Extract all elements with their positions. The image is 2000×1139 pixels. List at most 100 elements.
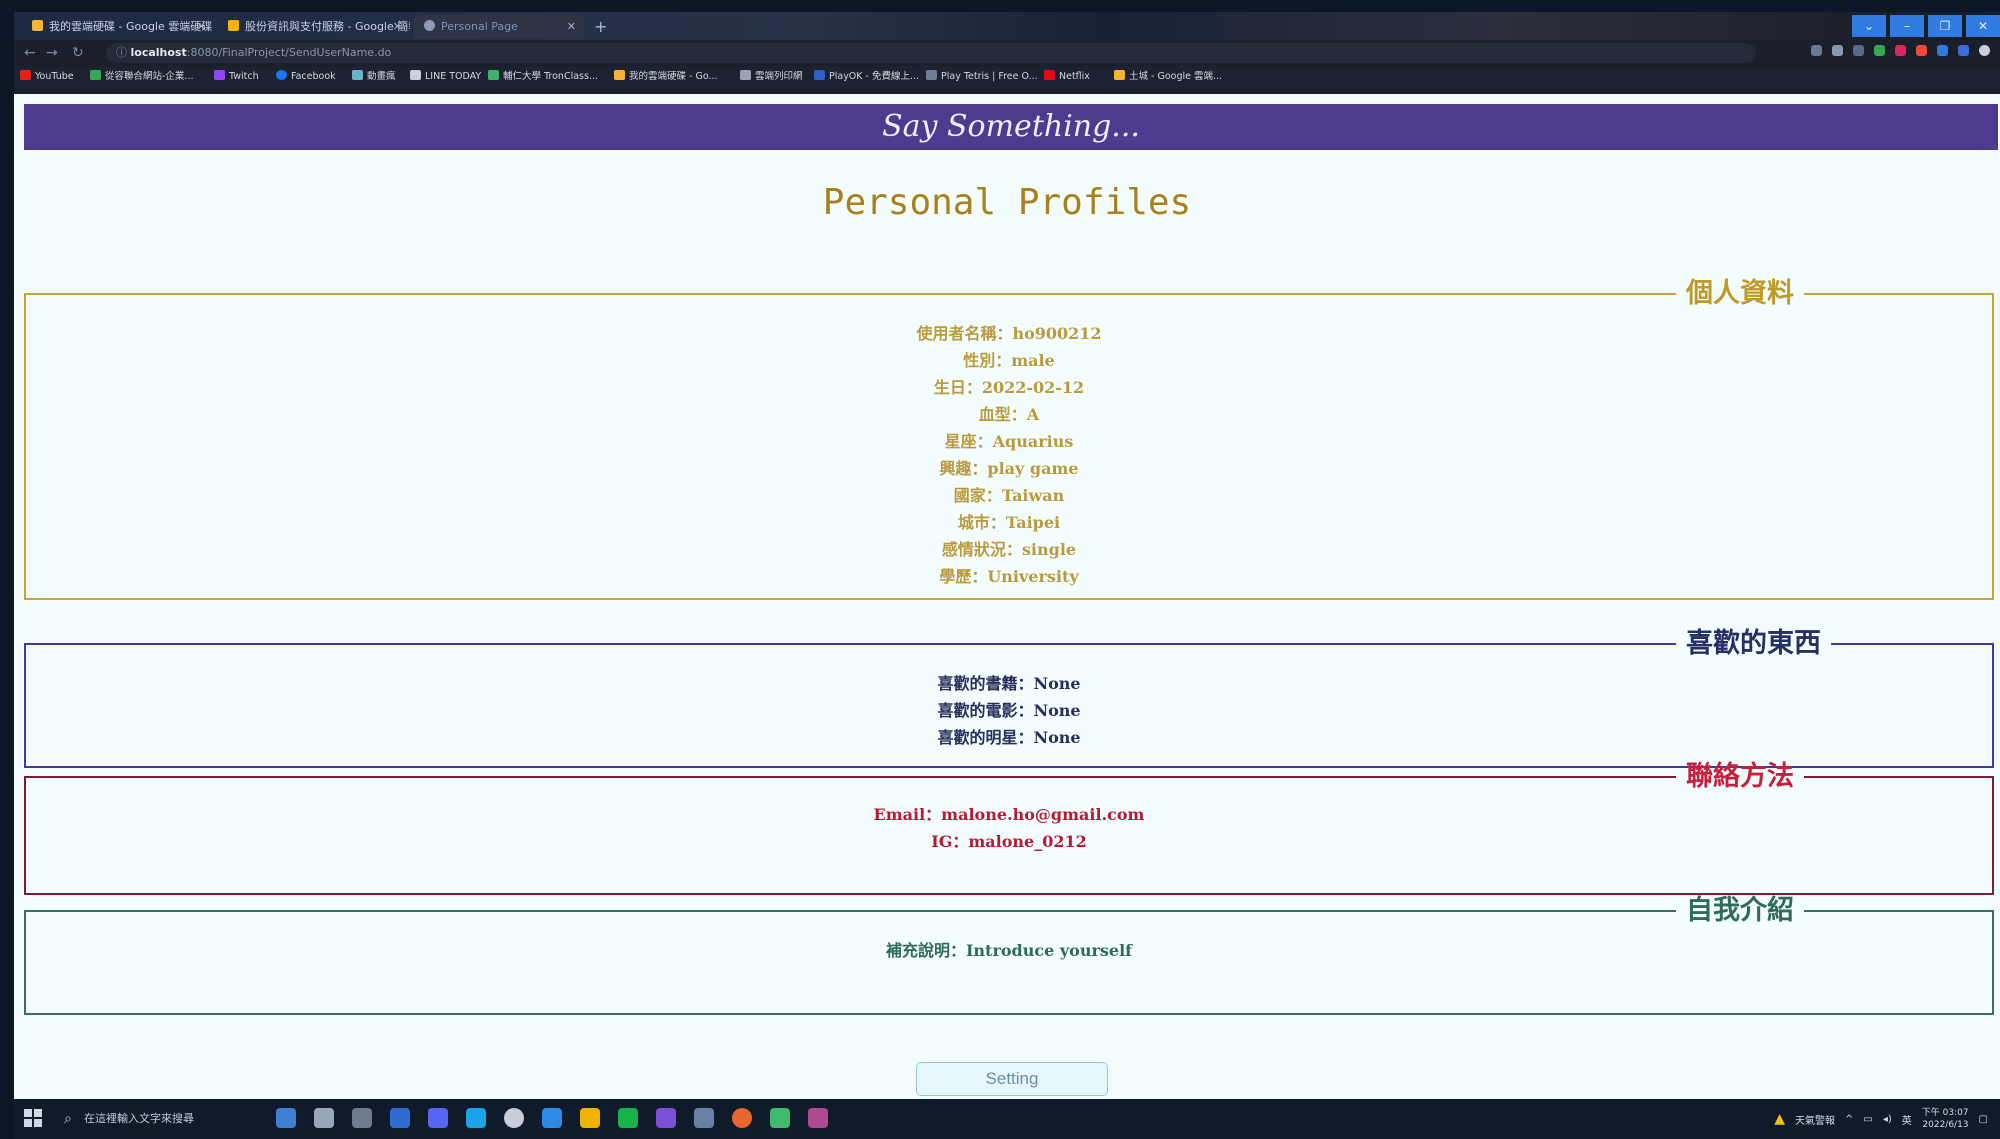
bookmarks-bar: YouTube 從容聯合網站-企業... Twitch Facebook 動畫瘋… bbox=[14, 66, 2000, 88]
url-input[interactable]: ⓘ localhost:8080/FinalProject/SendUserNa… bbox=[106, 43, 1756, 63]
likes-legend: 喜歡的東西 bbox=[1686, 628, 1821, 659]
google-drive-icon bbox=[1114, 70, 1125, 80]
facebook-icon bbox=[276, 70, 287, 80]
maximize-button[interactable]: ❐ bbox=[1928, 15, 1962, 37]
email-field: Email：malone.ho@gmail.com bbox=[873, 805, 1145, 824]
app-icon[interactable] bbox=[352, 1108, 372, 1128]
app-icon[interactable] bbox=[542, 1108, 562, 1128]
volume-icon[interactable]: ◂) bbox=[1883, 1114, 1892, 1125]
app-icon[interactable] bbox=[770, 1108, 790, 1128]
tab-google-slides[interactable]: 股份資訊與支付服務 - Google 簡報 ✕ bbox=[218, 15, 410, 39]
taskbar-search-input[interactable]: ⌕ 在這裡輸入文字來搜尋 bbox=[60, 1105, 246, 1133]
profile-section: 個人資料 使用者名稱：ho900212 性別：male 生日：2022-02-1… bbox=[24, 280, 1994, 600]
visual-studio-icon[interactable] bbox=[656, 1108, 676, 1128]
window-controls: ⌄ – ❐ ✕ bbox=[1848, 12, 2000, 40]
system-tray: ▲ 天氣警報 ^ ▭ ◂) 英 下午 03:07 2022/6/13 ▢ bbox=[1774, 1099, 1988, 1139]
weather-alert-label[interactable]: 天氣警報 bbox=[1795, 1112, 1835, 1127]
app-icon[interactable] bbox=[504, 1108, 524, 1128]
info-icon: ⓘ bbox=[116, 46, 131, 59]
warning-icon: ▲ bbox=[1774, 1111, 1785, 1127]
instagram-field: IG：malone_0212 bbox=[931, 832, 1087, 851]
education-field: 學歷：University bbox=[939, 567, 1079, 586]
bookmark-netflix[interactable]: Netflix bbox=[1044, 66, 1090, 88]
tab-personal-page[interactable]: Personal Page ✕ bbox=[414, 15, 584, 39]
chevron-up-icon[interactable]: ^ bbox=[1845, 1114, 1853, 1125]
app-icon[interactable] bbox=[808, 1108, 828, 1128]
tab-search-button[interactable]: ⌄ bbox=[1852, 15, 1886, 37]
chrome-icon[interactable] bbox=[580, 1108, 600, 1128]
extension-icon[interactable] bbox=[1916, 45, 1927, 56]
tetris-icon bbox=[926, 70, 937, 80]
likes-fields: 喜歡的書籍：None 喜歡的電影：None 喜歡的明星：None bbox=[26, 656, 1992, 751]
playok-icon bbox=[814, 70, 825, 80]
close-window-button[interactable]: ✕ bbox=[1966, 15, 2000, 37]
bookmark-twitch[interactable]: Twitch bbox=[214, 66, 259, 88]
browser-chrome: 我的雲端硬碟 - Google 雲端硬碟 ✕ 股份資訊與支付服務 - Google… bbox=[14, 12, 2000, 94]
close-tab-icon[interactable]: ✕ bbox=[393, 15, 402, 39]
print-icon bbox=[740, 70, 751, 80]
intro-section: 自我介紹 補充說明：Introduce yourself bbox=[24, 895, 1994, 1015]
extension-icon[interactable] bbox=[1937, 45, 1948, 56]
intro-legend: 自我介紹 bbox=[1686, 895, 1794, 926]
weather-widget-icon[interactable] bbox=[276, 1108, 296, 1128]
bookmark-site[interactable]: 從容聯合網站-企業... bbox=[90, 66, 194, 88]
bookmark-tucheng[interactable]: 土城 - Google 雲端... bbox=[1114, 66, 1222, 88]
pinned-apps bbox=[276, 1108, 828, 1128]
network-icon[interactable]: ▭ bbox=[1863, 1114, 1872, 1125]
edge-icon[interactable] bbox=[466, 1108, 486, 1128]
close-tab-icon[interactable]: ✕ bbox=[567, 15, 576, 39]
star-icon[interactable] bbox=[1832, 45, 1843, 56]
back-arrow-icon[interactable]: ← bbox=[24, 40, 36, 66]
username-field: 使用者名稱：ho900212 bbox=[916, 324, 1102, 343]
bookmark-drive[interactable]: 我的雲端硬碟 - Go... bbox=[614, 66, 718, 88]
notification-icon[interactable]: ▢ bbox=[1979, 1114, 1988, 1125]
introduction-field: 補充說明：Introduce yourself bbox=[885, 941, 1133, 960]
hobby-field: 興趣：play game bbox=[939, 459, 1079, 478]
bookmark-line-today[interactable]: LINE TODAY bbox=[410, 66, 481, 88]
clock[interactable]: 下午 03:07 2022/6/13 bbox=[1922, 1107, 1969, 1131]
extension-icon[interactable] bbox=[1895, 45, 1906, 56]
sheet-icon bbox=[90, 70, 101, 80]
extension-icon[interactable] bbox=[1853, 45, 1864, 56]
windows-start-icon[interactable] bbox=[24, 1109, 42, 1127]
profile-fields: 使用者名稱：ho900212 性別：male 生日：2022-02-12 血型：… bbox=[26, 306, 1992, 590]
file-explorer-icon[interactable] bbox=[390, 1108, 410, 1128]
forward-arrow-icon[interactable]: → bbox=[46, 40, 58, 66]
contact-section: 聯絡方法 Email：malone.ho@gmail.com IG：malone… bbox=[24, 761, 1994, 895]
intro-fields: 補充說明：Introduce yourself bbox=[26, 923, 1992, 964]
favorite-stars-field: 喜歡的明星：None bbox=[937, 728, 1081, 747]
bookmark-anime[interactable]: 動畫瘋 bbox=[352, 66, 396, 88]
line-icon[interactable] bbox=[618, 1108, 638, 1128]
tab-google-drive[interactable]: 我的雲端硬碟 - Google 雲端硬碟 ✕ bbox=[22, 15, 214, 39]
favorite-books-field: 喜歡的書籍：None bbox=[937, 674, 1081, 693]
contact-legend: 聯絡方法 bbox=[1686, 761, 1794, 792]
globe-icon bbox=[424, 20, 435, 31]
reload-icon[interactable]: ↻ bbox=[72, 40, 84, 66]
likes-section: 喜歡的東西 喜歡的書籍：None 喜歡的電影：None 喜歡的明星：None bbox=[24, 628, 1994, 768]
youtube-icon bbox=[20, 70, 31, 80]
discord-icon[interactable] bbox=[428, 1108, 448, 1128]
twitch-icon bbox=[214, 70, 225, 80]
app-icon[interactable] bbox=[732, 1108, 752, 1128]
page-title: Personal Profiles bbox=[822, 182, 1192, 223]
bookmark-tetris[interactable]: Play Tetris | Free O... bbox=[926, 66, 1038, 88]
new-tab-button[interactable]: + bbox=[594, 15, 607, 39]
bookmark-youtube[interactable]: YouTube bbox=[20, 66, 74, 88]
minimize-button[interactable]: – bbox=[1890, 15, 1924, 37]
avatar[interactable] bbox=[1979, 45, 1990, 56]
bookmark-print[interactable]: 雲端列印網 bbox=[740, 66, 803, 88]
bookmark-tronclass[interactable]: 輔仁大學 TronClass... bbox=[488, 66, 598, 88]
ime-indicator[interactable]: 英 bbox=[1902, 1112, 1912, 1127]
app-icon[interactable] bbox=[694, 1108, 714, 1128]
favorite-movies-field: 喜歡的電影：None bbox=[937, 701, 1081, 720]
page-viewport: Say Something... Personal Profiles 個人資料 … bbox=[14, 94, 2000, 1099]
bookmark-playok[interactable]: PlayOK - 免費線上... bbox=[814, 66, 919, 88]
extension-icon[interactable] bbox=[1874, 45, 1885, 56]
task-view-icon[interactable] bbox=[314, 1108, 334, 1128]
share-icon[interactable] bbox=[1811, 45, 1822, 56]
gender-field: 性別：male bbox=[963, 351, 1055, 370]
setting-button[interactable]: Setting bbox=[916, 1062, 1108, 1096]
close-tab-icon[interactable]: ✕ bbox=[197, 15, 206, 39]
bookmark-facebook[interactable]: Facebook bbox=[276, 66, 336, 88]
sidebar-icon[interactable] bbox=[1958, 45, 1969, 56]
